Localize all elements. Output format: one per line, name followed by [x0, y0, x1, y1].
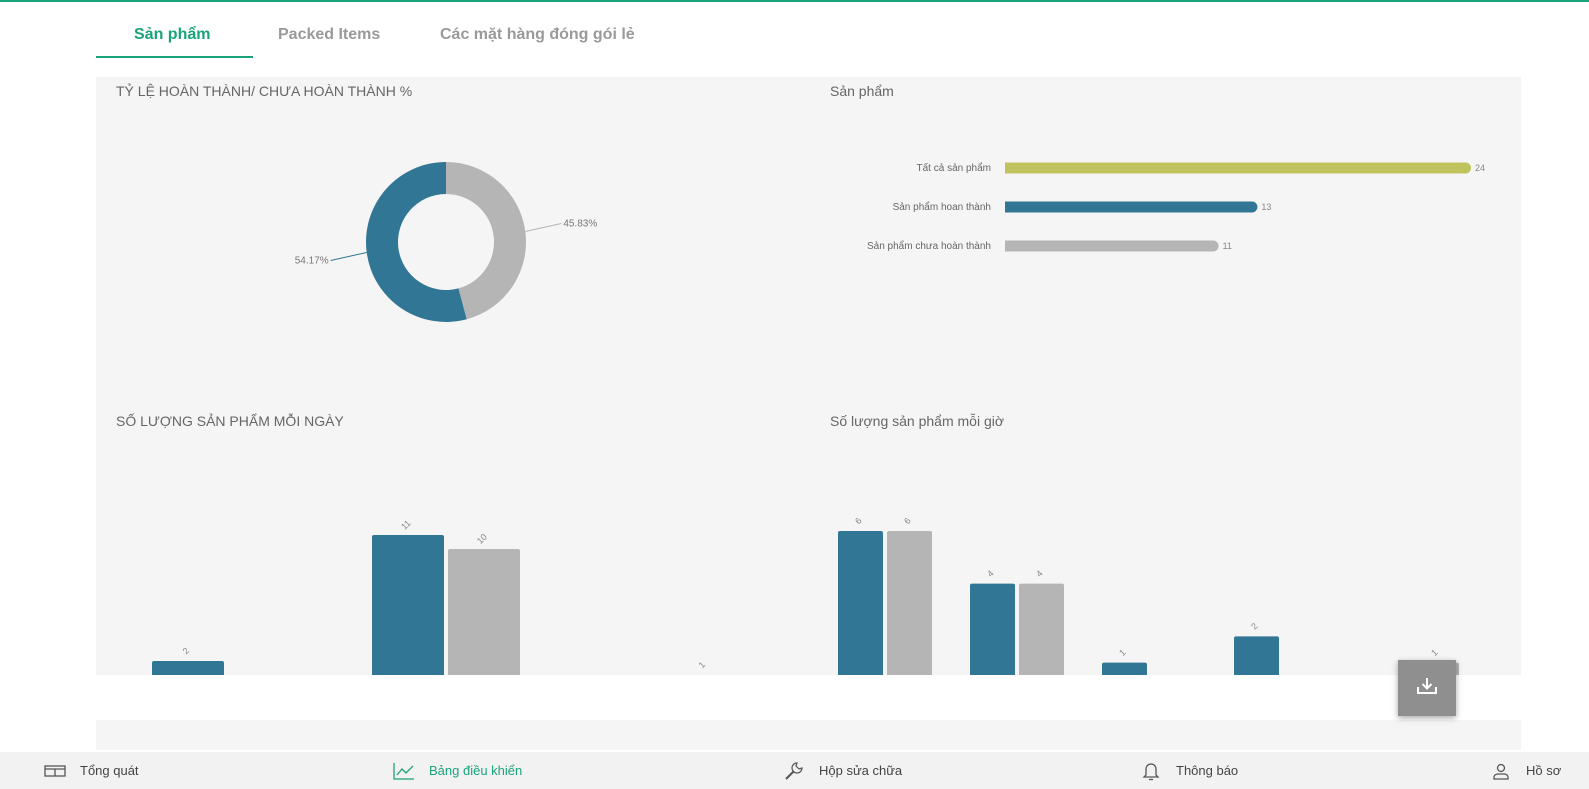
hbar-category-label: Sản phẩm hoan thành: [893, 201, 991, 213]
hourly-chart-title: Số lượng sản phẩm mỗi giờ: [830, 413, 1005, 429]
bar-value-label: 2: [1249, 621, 1260, 632]
hbar-bar-edge: [1005, 201, 1011, 213]
charts-panel: TỶ LỆ HOÀN THÀNH/ CHƯA HOÀN THÀNH % Sản …: [96, 77, 1521, 675]
tab-bar: Sản phẩm Packed Items Các mặt hàng đóng …: [96, 20, 1589, 58]
bar-value-label: 1: [1117, 647, 1128, 658]
donut-leader-line: [525, 223, 562, 233]
bottom-nav: Tổng quát Bảng điều khiển Hộp sửa chữa T…: [0, 752, 1589, 789]
tab-loose-items[interactable]: Các mặt hàng đóng gói lẻ: [440, 26, 635, 44]
hourly-bar-chart: 6694410101120160117: [838, 516, 1459, 675]
top-accent-line: [0, 0, 1589, 2]
donut-slice-label: 45.83%: [563, 219, 597, 230]
nav-item-repair-box[interactable]: Hộp sửa chữa: [783, 752, 902, 789]
hbar-value-label: 11: [1223, 241, 1232, 251]
donut-chart: 45.83% 54.17%: [295, 162, 597, 322]
active-tab-indicator: [96, 56, 253, 58]
hbar-bar: [1005, 240, 1219, 252]
bar: [152, 661, 224, 675]
download-button[interactable]: [1398, 660, 1456, 716]
donut-chart-title: TỶ LỆ HOÀN THÀNH/ CHƯA HOÀN THÀNH %: [116, 83, 413, 99]
bar-value-label: 0: [257, 674, 268, 675]
hbar-value-label: 24: [1475, 163, 1485, 173]
hbar-value-label: 13: [1261, 202, 1271, 212]
second-panel: [96, 720, 1521, 750]
nav-label: Hồ sơ: [1526, 763, 1562, 778]
bar-value-label: 6: [853, 516, 864, 527]
donut-leader-line: [330, 251, 367, 261]
bar-value-label: 4: [985, 568, 996, 579]
hbar-category-label: Sản phẩm chưa hoàn thành: [867, 240, 991, 252]
bar: [448, 549, 520, 675]
bar-value-label: 2: [181, 646, 192, 657]
nav-label: Bảng điều khiển: [429, 763, 523, 778]
tab-packed-items[interactable]: Packed Items: [278, 26, 380, 44]
bar-value-label: 4: [1034, 568, 1045, 579]
hbar-bar: [1005, 201, 1258, 213]
bar-value-label: 11: [399, 518, 413, 532]
tab-san-pham[interactable]: Sản phẩm: [134, 26, 210, 44]
daily-bar-chart: 20Thứ ba1110Thứ năm01Chủ nhật: [152, 518, 708, 675]
nav-item-profile[interactable]: Hồ sơ: [1490, 752, 1561, 789]
bar: [970, 583, 1015, 675]
bar-value-label: 0: [1298, 674, 1309, 675]
daily-chart-title: SỐ LƯỢNG SẢN PHẨM MỖI NGÀY: [116, 413, 344, 429]
bar: [838, 531, 883, 675]
bar: [372, 535, 444, 675]
bar: [887, 531, 932, 675]
nav-item-overview[interactable]: Tổng quát: [44, 752, 139, 789]
bar-value-label: 1: [697, 660, 708, 671]
bar: [1234, 636, 1279, 675]
nav-item-notifications[interactable]: Thông báo: [1140, 752, 1238, 789]
wrench-icon: [783, 761, 805, 780]
donut-slice-label: 54.17%: [295, 255, 329, 266]
chart-line-icon: [393, 762, 415, 780]
bar-value-label: 0: [621, 674, 632, 675]
hbar-category-label: Tất cả sản phẩm: [917, 162, 991, 174]
bar-value-label: 0: [1166, 674, 1177, 675]
hbar-bar-edge: [1005, 162, 1011, 174]
user-icon: [1490, 762, 1512, 780]
bar: [1102, 662, 1147, 675]
bar-value-label: 1: [1429, 647, 1440, 658]
bar-value-label: 0: [1380, 674, 1391, 675]
horizontal-bar-chart: Tất cả sản phẩm 24 Sản phẩm hoan thành 13 Sả…: [867, 162, 1485, 252]
nav-label: Thông báo: [1176, 763, 1239, 778]
overview-icon: [44, 762, 66, 780]
bar: [1019, 583, 1064, 675]
hbar-chart-title: Sản phẩm: [830, 83, 894, 99]
nav-label: Hộp sửa chữa: [819, 763, 903, 778]
bell-icon: [1140, 762, 1162, 780]
bar-value-label: 6: [902, 516, 913, 527]
bar-value-label: 10: [475, 532, 489, 546]
nav-item-dashboard[interactable]: Bảng điều khiển: [393, 752, 522, 789]
nav-label: Tổng quát: [80, 763, 139, 778]
download-icon: [1416, 676, 1438, 701]
hbar-bar-edge: [1005, 240, 1011, 252]
hbar-bar: [1005, 162, 1471, 174]
